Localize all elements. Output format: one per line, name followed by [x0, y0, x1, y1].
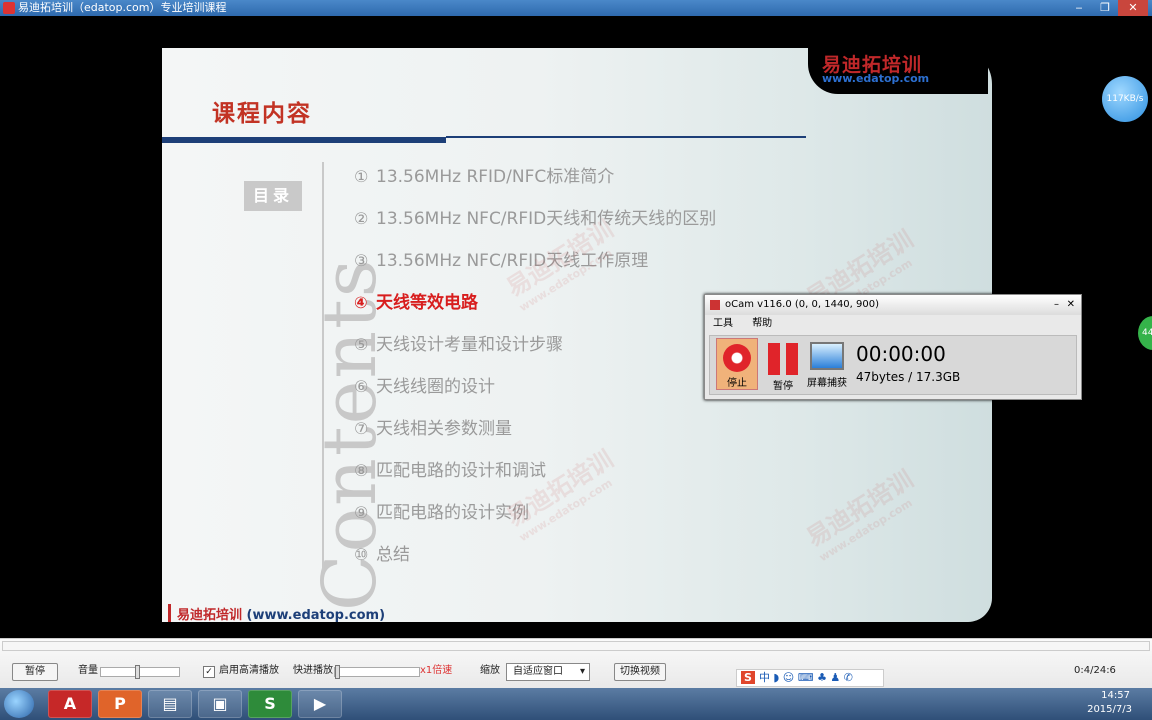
taskbar: A P ▤ ▣ S ▶ 14:57 2015/7/3	[0, 688, 1152, 720]
ocam-menubar: 工具 帮助	[705, 315, 1081, 333]
maximize-button[interactable]: ❐	[1092, 0, 1118, 16]
pause-button[interactable]: 暂停	[762, 338, 804, 392]
ocam-toolbar: 停止 暂停 屏幕捕获 00:00:00 47bytes / 17.3GB	[709, 335, 1077, 395]
minimize-button[interactable]: ‒	[1066, 0, 1092, 16]
zoom-select[interactable]: 自适应窗口	[506, 663, 590, 681]
player-controls: 暂停 音量 ✓ 启用高清播放 快进播放 x1倍速 缩放 自适应窗口 切换视频 0…	[0, 638, 1152, 688]
ocam-app-icon	[710, 300, 720, 310]
toc-item: ⑤ 天线设计考量和设计步骤	[354, 335, 563, 355]
toc-item: ⑩ 总结	[354, 545, 410, 565]
taskbar-app-sougou[interactable]: S	[248, 690, 292, 718]
brand-url: www.edatop.com	[822, 72, 930, 85]
volume-knob[interactable]	[135, 665, 140, 679]
close-button[interactable]: ✕	[1118, 0, 1148, 16]
monitor-icon	[810, 342, 844, 370]
footer-logo: 易迪拓培训 (www.edatop.com)	[168, 604, 385, 622]
menu-tools[interactable]: 工具	[713, 318, 733, 329]
speed-knob[interactable]	[335, 665, 340, 679]
volume-slider[interactable]	[100, 665, 180, 679]
volume-label: 音量	[78, 665, 98, 676]
hq-label: 启用高清播放	[219, 665, 279, 676]
ime-toolbar[interactable]: S中 ◗ ☺ ⌨ ♣ ♟ ✆	[736, 669, 884, 687]
speed-rate: x1倍速	[420, 665, 453, 676]
clock-time[interactable]: 14:57	[1101, 690, 1130, 701]
system-tray: 14:57 2015/7/3	[902, 688, 1152, 720]
app-icon	[3, 2, 15, 14]
window-title: 易迪拓培训（edatop.com）专业培训课程	[18, 1, 227, 14]
slide-title: 课程内容	[212, 100, 312, 127]
mulu-badge: 目录	[244, 181, 302, 211]
zoom-label: 缩放	[480, 665, 500, 676]
taskbar-app-acrobat[interactable]: A	[48, 690, 92, 718]
ocam-close-button[interactable]: ✕	[1067, 295, 1075, 315]
stop-button[interactable]: 停止	[716, 338, 758, 390]
ocam-titlebar: oCam v116.0 (0, 0, 1440, 900) – ✕	[705, 295, 1081, 315]
playback-time: 0:4/24:6	[1074, 665, 1116, 676]
ocam-minimize-button[interactable]: –	[1054, 295, 1059, 315]
screen-capture-button[interactable]: 屏幕捕获	[806, 338, 848, 390]
taskbar-app-explorer[interactable]: ▤	[148, 690, 192, 718]
speed-slider[interactable]	[334, 665, 420, 679]
start-button[interactable]	[4, 690, 34, 718]
recording-time: 00:00:00	[856, 342, 946, 366]
toc-item: ⑦ 天线相关参数测量	[354, 419, 512, 439]
taskbar-app-powerpoint[interactable]: P	[98, 690, 142, 718]
toc-divider	[322, 162, 324, 572]
stop-icon	[723, 344, 751, 372]
toc-item: ① 13.56MHz RFID/NFC标准简介	[354, 167, 615, 187]
window-titlebar: 易迪拓培训（edatop.com）专业培训课程 ‒ ❐ ✕	[0, 0, 1152, 16]
toc-item: ② 13.56MHz NFC/RFID天线和传统天线的区别	[354, 209, 717, 229]
taskbar-app-media[interactable]: ▶	[298, 690, 342, 718]
ocam-title: oCam v116.0 (0, 0, 1440, 900)	[725, 299, 880, 310]
recording-size: 47bytes / 17.3GB	[856, 370, 961, 384]
watermark-logo: 易迪拓培训 www.edatop.com	[801, 464, 919, 565]
ocam-window: oCam v116.0 (0, 0, 1440, 900) – ✕ 工具 帮助 …	[704, 294, 1082, 400]
title-rule-dark	[162, 137, 446, 143]
progress-bar[interactable]	[2, 641, 1150, 651]
toc-item: ⑥ 天线线圈的设计	[354, 377, 495, 397]
ime-logo: S	[741, 671, 755, 684]
pause-icon	[768, 343, 798, 375]
pause-button[interactable]: 暂停	[12, 663, 58, 681]
fast-forward-label: 快进播放	[293, 665, 333, 676]
network-speed-badge[interactable]: 117KB/s	[1102, 76, 1148, 122]
title-rule-thin	[446, 136, 806, 138]
hq-checkbox[interactable]: ✓	[203, 666, 215, 678]
clock-date[interactable]: 2015/7/3	[1087, 704, 1132, 715]
menu-help[interactable]: 帮助	[752, 318, 772, 329]
switch-video-button[interactable]: 切换视频	[614, 663, 666, 681]
taskbar-app-player[interactable]: ▣	[198, 690, 242, 718]
